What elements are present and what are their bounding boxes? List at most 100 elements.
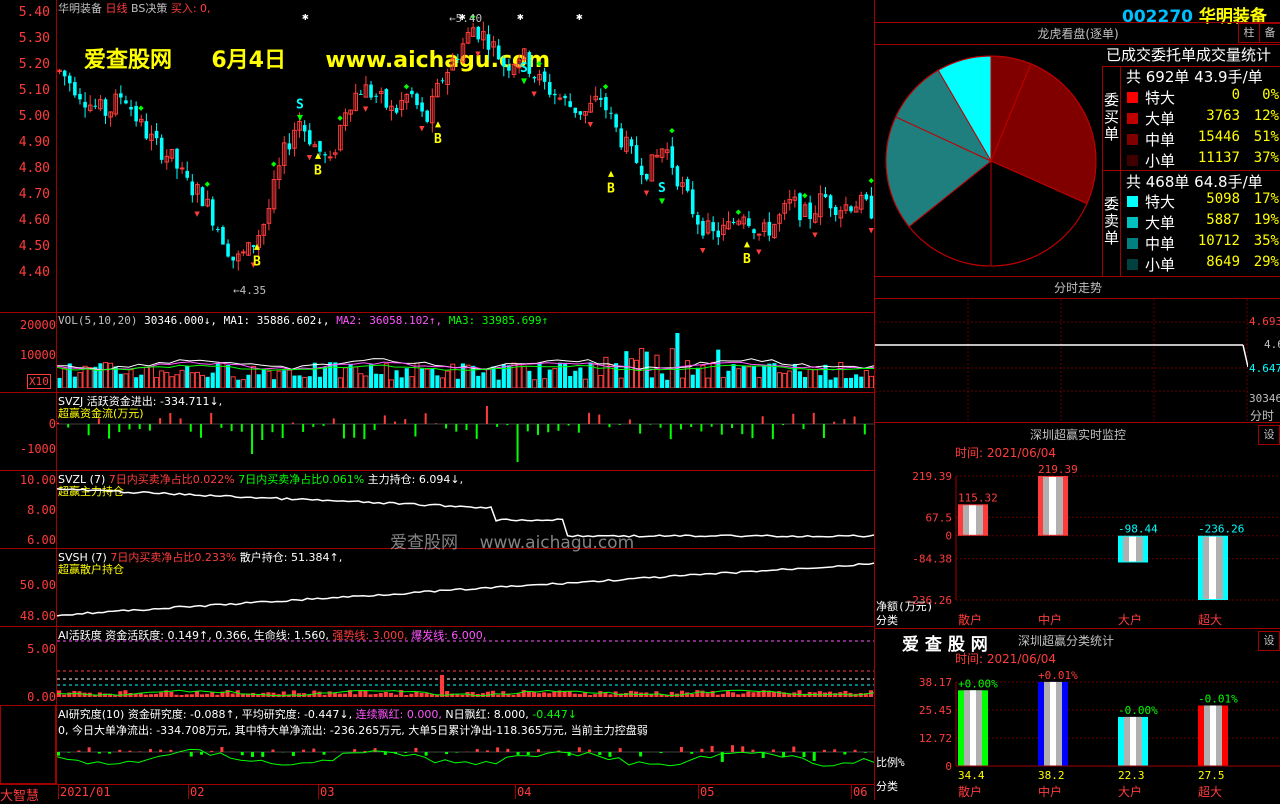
activity-bar: [481, 693, 485, 697]
up-arrow-marker: ◆: [736, 208, 742, 218]
down-arrow-marker: ▼: [644, 188, 650, 198]
activity-bar: [440, 675, 444, 697]
fund-flow-bar: [128, 424, 130, 429]
candle-body: [191, 181, 195, 195]
candle-body: [808, 203, 812, 219]
ai-research-chart[interactable]: [57, 736, 874, 784]
buy-signal-label: B: [743, 252, 751, 267]
ratio-bar-chart[interactable]: 38.1725.4512.720+0.00%34.4+0.01%38.2-0.0…: [876, 664, 1280, 800]
volume-bar: [655, 355, 659, 388]
volume-chart[interactable]: [57, 326, 874, 388]
research-bar: [57, 752, 60, 756]
activity-bar: [353, 694, 357, 697]
research-bar: [98, 752, 101, 754]
down-arrow-marker: ▼: [194, 210, 200, 220]
volume-bar: [706, 378, 710, 388]
activity-bar: [716, 695, 720, 697]
vol-multiplier: X10: [27, 374, 51, 389]
volume-bar: [58, 378, 62, 388]
activity-bar: [338, 694, 342, 697]
volume-bar: [211, 373, 215, 388]
fund-flow-bar: [506, 424, 508, 425]
class-value-label: 27.5: [1198, 769, 1225, 782]
down-arrow-marker: ▼: [475, 50, 481, 60]
fund-flow-bar: [731, 424, 733, 428]
activity-bar: [537, 693, 541, 697]
research-bar: [67, 752, 70, 753]
volume-bar: [318, 377, 322, 388]
main-holding-chart[interactable]: [57, 471, 874, 548]
order-pie-chart[interactable]: [880, 50, 1102, 272]
monitor-category: 中户: [1038, 612, 1062, 627]
volume-bar: [849, 378, 853, 388]
price-tick-label: 5.30: [0, 31, 50, 46]
research-bar: [537, 749, 540, 752]
fund-flow-bar: [527, 424, 529, 431]
price-tick-label: 4.50: [0, 239, 50, 254]
volume-bar: [492, 366, 496, 388]
date-tick-label: 04: [517, 785, 531, 799]
volume-bar: [517, 364, 521, 388]
research-bar: [220, 747, 223, 752]
research-bar: [455, 752, 458, 753]
candlestick-chart[interactable]: ◆▼◆▼◆▼◆▼◆▼◆▼▼◆▼◆▼◆▼◆▼◆▼▼◆B▲B▲B▲B▲B▲S▼S▼S…: [57, 14, 874, 311]
research-bar: [751, 750, 754, 752]
activity-bar: [195, 691, 199, 697]
research-bar: [619, 748, 622, 752]
fund-flow-bar: [57, 423, 59, 424]
fund-flow-bar: [323, 424, 325, 426]
fund-flow-bar: [690, 424, 692, 427]
candle-body: [686, 179, 690, 191]
intraday-chart[interactable]: [875, 299, 1248, 421]
fund-flow-bar: [210, 413, 212, 424]
monitor-category: 超大: [1198, 612, 1222, 627]
row-percent: 0%: [1243, 87, 1279, 103]
activity-bar: [726, 691, 730, 697]
chart-area[interactable]: 华明装备 日线 BS决策 买入: 0, 爱查股网 6月4日 www.aichag…: [0, 0, 874, 800]
fund-flow-bar: [537, 424, 539, 435]
class-ratio-label: 比例%: [876, 755, 905, 769]
candle-body: [609, 113, 613, 114]
fund-flow-chart[interactable]: [57, 400, 874, 470]
volume-bar: [854, 374, 858, 388]
legend-swatch: [1127, 134, 1138, 145]
fund-flow-bar: [547, 424, 549, 432]
up-arrow-marker: ◆: [537, 59, 543, 69]
date-tick-label: 03: [320, 785, 334, 799]
monitor-bar-highlight: [969, 505, 976, 534]
candle-body: [553, 94, 557, 95]
monitor-settings-button[interactable]: 设: [1258, 425, 1280, 445]
retail-holding-chart[interactable]: [57, 549, 874, 626]
volume-bar: [236, 380, 240, 388]
activity-bar: [511, 695, 515, 697]
candle-body: [211, 199, 215, 225]
volume-bar: [206, 377, 210, 388]
activity-bar: [420, 693, 424, 697]
sell-arrow-icon: ▼: [659, 196, 665, 207]
monitor-value-label: 219.39: [1038, 463, 1078, 476]
row-name: 特大: [1145, 191, 1175, 212]
research-bar: [149, 749, 152, 752]
activity-bar: [205, 694, 209, 697]
up-arrow-marker: ◆: [205, 179, 211, 189]
class-settings-button[interactable]: 设: [1258, 631, 1280, 651]
research-bar: [803, 752, 806, 757]
ai-activity-chart[interactable]: [57, 627, 874, 705]
activity-bar: [563, 691, 567, 697]
buy-signal-label: B: [434, 132, 442, 147]
monitor-unit-label: 净额(万元): [876, 599, 933, 613]
candle-body: [155, 131, 159, 138]
volume-bar: [456, 379, 460, 388]
buy-arrow-icon: ▲: [435, 119, 441, 130]
activity-bar: [384, 692, 388, 697]
candle-body: [497, 46, 501, 60]
class-change-label: -0.01%: [1198, 692, 1238, 705]
date-tick: [515, 785, 516, 799]
volume-bar: [665, 380, 669, 388]
volume-bar: [742, 366, 746, 388]
fund-flow-bar: [353, 424, 355, 438]
activity-bar: [200, 694, 204, 697]
candle-body: [63, 71, 67, 77]
volume-bar: [180, 370, 184, 388]
net-amount-bar-chart[interactable]: 219.3967.50-84.38-236.26115.32219.39-98.…: [876, 458, 1280, 628]
